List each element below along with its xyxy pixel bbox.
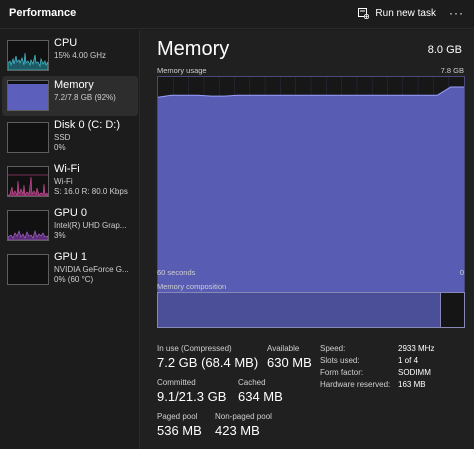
sidebar-item-name: GPU 0 [54,207,88,219]
wifi-thumbnail-graph [7,166,49,197]
detail-speed-value: 2933 MHz [398,344,435,353]
stat-value: 634 MB [238,389,283,404]
stat-paged-pool: Paged pool 536 MB [157,412,202,438]
title-bar: Performance Run new task ··· [0,0,474,29]
sidebar-item-detail: NVIDIA GeForce G... [54,265,129,274]
detail-hardware-reserved-value: 163 MB [398,380,426,389]
detail-form-factor-value: SODIMM [398,368,431,377]
stat-label: Available [267,344,300,353]
stat-available: Available 630 MB [267,344,312,370]
graph-time-right: 0 [459,268,464,277]
panel-heading: Memory [157,38,230,60]
stat-label: Cached [238,378,266,387]
stat-value: 7.2 GB (68.4 MB) [157,355,259,370]
sidebar-item-detail: SSD [54,133,71,142]
stat-in-use: In use (Compressed) 7.2 GB (68.4 MB) [157,344,258,370]
sidebar-item-cpu[interactable]: CPU 15% 4.00 GHz [2,36,138,76]
sidebar-item-detail: 15% 4.00 GHz [54,51,107,60]
memory-composition-label: Memory composition [157,282,227,291]
gpu-0-thumbnail-graph [7,210,49,241]
page-title: Performance [9,7,77,19]
stat-value: 630 MB [267,355,312,370]
sidebar-item-name: Wi-Fi [54,163,80,175]
sidebar: CPU 15% 4.00 GHz Memory 7.2/7.8 GB (92%)… [0,30,138,449]
detail-speed-label: Speed: [320,344,346,353]
memory-usage-label: Memory usage [157,66,207,75]
more-options-button[interactable]: ··· [449,6,464,20]
stat-label: In use (Compressed) [157,344,232,353]
sidebar-item-name: Memory [54,79,94,91]
sidebar-item-wifi[interactable]: Wi-Fi Wi-Fi S: 16.0 R: 80.0 Kbps [2,162,138,202]
sidebar-item-detail: Wi-Fi [54,177,73,186]
stat-label: Non-paged pool [215,412,272,421]
run-task-icon [358,8,370,19]
run-new-task-label: Run new task [375,8,436,19]
sidebar-item-detail: 0% [54,143,66,152]
sidebar-item-name: CPU [54,37,78,49]
detail-slots-value: 1 of 4 [398,356,419,365]
sidebar-item-name: Disk 0 (C: D:) [54,119,120,131]
memory-usage-graph [157,76,465,300]
memory-usage-chart [158,77,464,299]
sidebar-item-detail: 0% (60 °C) [54,275,94,284]
sidebar-item-detail: 7.2/7.8 GB (92%) [54,93,116,102]
memory-composition-bar [157,292,465,328]
memory-usage-area [158,87,464,299]
sidebar-item-name: GPU 1 [54,251,88,263]
stat-cached: Cached 634 MB [238,378,283,404]
stat-committed: Committed 9.1/21.3 GB [157,378,226,404]
detail-form-factor-label: Form factor: [320,368,364,377]
detail-hardware-reserved-label: Hardware reserved: [320,380,391,389]
composition-in-use-segment [158,293,441,327]
graph-time-left: 60 seconds [157,268,196,277]
stat-label: Paged pool [157,412,198,421]
disk-thumbnail-graph [7,122,49,153]
sidebar-item-gpu-1[interactable]: GPU 1 NVIDIA GeForce G... 0% (60 °C) [2,250,138,290]
sidebar-item-detail: Intel(R) UHD Grap... [54,221,127,230]
sidebar-item-disk[interactable]: Disk 0 (C: D:) SSD 0% [2,118,138,158]
sidebar-item-memory[interactable]: Memory 7.2/7.8 GB (92%) [2,76,138,116]
detail-slots-label: Slots used: [320,356,360,365]
memory-thumbnail-graph [7,80,49,111]
memory-usage-max: 7.8 GB [440,66,464,75]
run-new-task-button[interactable]: Run new task [358,5,436,22]
sidebar-item-gpu-0[interactable]: GPU 0 Intel(R) UHD Grap... 3% [2,206,138,246]
gpu-1-thumbnail-graph [7,254,49,285]
stat-value: 536 MB [157,423,202,438]
sidebar-item-detail: 3% [54,231,66,240]
cpu-thumbnail-graph [7,40,49,71]
sidebar-item-detail: S: 16.0 R: 80.0 Kbps [54,187,128,196]
stat-value: 423 MB [215,423,260,438]
stat-value: 9.1/21.3 GB [157,389,227,404]
stat-non-paged-pool: Non-paged pool 423 MB [215,412,272,438]
memory-total: 8.0 GB [427,44,462,56]
memory-panel: Memory 8.0 GB Memory usage 7.8 GB 60 sec… [139,30,474,449]
stat-label: Committed [157,378,196,387]
